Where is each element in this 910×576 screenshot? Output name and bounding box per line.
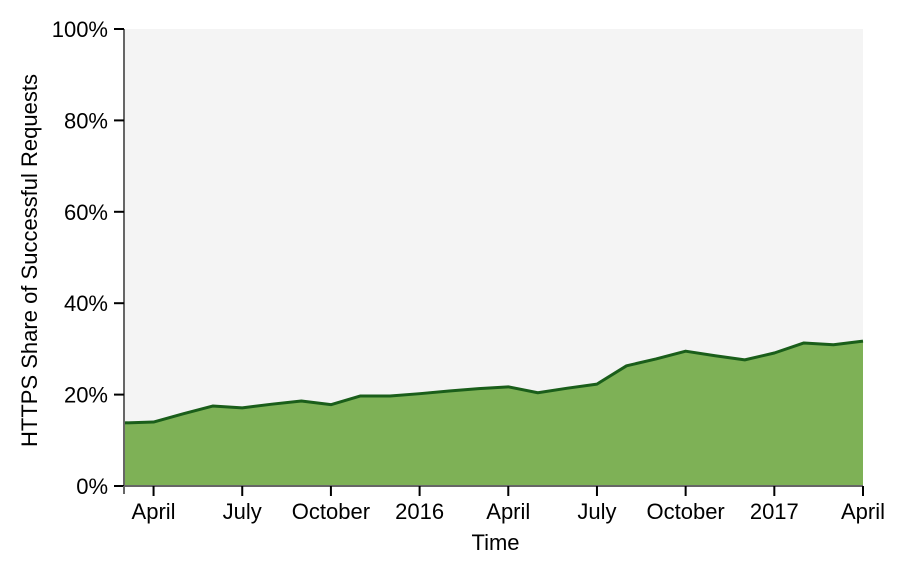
https-share-chart: 0%20%40%60%80%100% April July October 2016 A… [17, 17, 885, 555]
y-tick-label: 40% [64, 291, 108, 316]
y-tick-label: 0% [76, 474, 108, 499]
x-tick-label: October [647, 499, 725, 524]
y-axis: 0% 20% 40% 60% 80% 100% [52, 17, 125, 499]
x-tick-label: 2017 [750, 499, 799, 524]
y-tick-label: 80% [64, 108, 108, 133]
x-axis-title: Time [471, 530, 519, 555]
x-tick-label: April [841, 499, 885, 524]
y-axis-title: HTTPS Share of Successful Requests [17, 74, 42, 447]
x-tick-label: October [292, 499, 370, 524]
x-tick-label: April [132, 499, 176, 524]
x-tick-label: 2016 [395, 499, 444, 524]
x-tick-label: July [223, 499, 262, 524]
y-tick-label: 20% [64, 383, 108, 408]
y-tick-label: 60% [64, 200, 108, 225]
x-tick-label: April [486, 499, 530, 524]
x-tick-label: July [577, 499, 616, 524]
x-axis: April July October 2016 April July October 2017… [123, 485, 885, 524]
y-tick-label: 100% [52, 17, 108, 42]
